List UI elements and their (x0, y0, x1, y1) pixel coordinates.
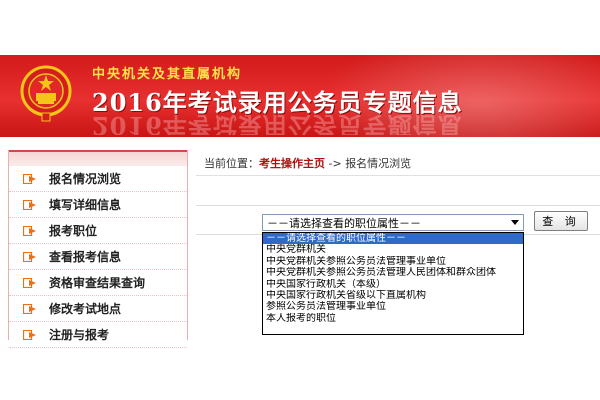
banner-title-reflection: 2016年考试录用公务员专题信息 (92, 115, 463, 135)
query-button[interactable]: 查 询 (534, 211, 588, 231)
sidebar-item[interactable]: 报名情况浏览 (9, 166, 187, 192)
breadcrumb-prefix: 当前位置： (204, 157, 259, 170)
breadcrumb-home-link[interactable]: 考生操作主页 (259, 157, 325, 170)
position-type-select[interactable]: －－请选择查看的职位属性－－ (262, 214, 524, 231)
sidebar-item-label: 注册与报考 (49, 328, 110, 342)
dropdown-option[interactable]: 中央国家行政机关省级以下直属机构 (263, 290, 523, 301)
banner-subtitle: 中央机关及其直属机构 (92, 67, 243, 82)
dropdown-option[interactable]: 中央党群机关参照公务员法管理事业单位 (263, 256, 523, 267)
dropdown-option[interactable]: 中央国家行政机关（本级） (263, 279, 523, 290)
dropdown-option[interactable]: －－请选择查看的职位属性－－ (263, 233, 523, 245)
arrow-right-icon (23, 329, 37, 340)
position-type-dropdown: －－请选择查看的职位属性－－ 中央党群机关 中央党群机关参照公务员法管理事业单位 中央… (262, 232, 524, 335)
sidebar-item[interactable]: 注册与报考 (9, 322, 187, 348)
sidebar-item-list: 报名情况浏览 填写详细信息 报考职位查看报考信息资格审查结果查询 修改考试地点 注册与报… (9, 166, 187, 348)
arrow-right-icon (23, 303, 37, 314)
arrow-right-icon (23, 173, 37, 184)
arrow-right-icon (23, 199, 37, 210)
sidebar-item[interactable]: 报考职位 (9, 218, 187, 244)
sidebar-menu: 报名情况浏览 填写详细信息 报考职位查看报考信息资格审查结果查询 修改考试地点 注册与报… (8, 150, 188, 348)
divider (196, 175, 600, 176)
arrow-right-icon (23, 251, 37, 262)
dropdown-option[interactable]: 中央党群机关 (263, 244, 523, 255)
dropdown-option[interactable]: 中央党群机关参照公务员法管理人民团体和群众团体 (263, 267, 523, 278)
sidebar-item-label: 资格审查结果查询 (49, 276, 146, 290)
breadcrumb: 当前位置：考生操作主页 -> 报名情况浏览 (204, 155, 411, 171)
header-banner: 中央机关及其直属机构 2016年考试录用公务员专题信息 2016年考试录用公务员… (0, 55, 600, 137)
arrow-right-icon (23, 225, 37, 236)
sidebar-item-label: 修改考试地点 (49, 302, 122, 316)
national-emblem-icon (20, 65, 72, 122)
banner-title: 2016年考试录用公务员专题信息 (92, 88, 463, 117)
sidebar-item[interactable]: 填写详细信息 (9, 192, 187, 218)
sidebar-item-label: 报名情况浏览 (49, 172, 122, 186)
breadcrumb-separator: -> (325, 157, 346, 170)
select-value: －－请选择查看的职位属性－－ (267, 216, 421, 230)
sidebar-item[interactable]: 查看报考信息 (9, 244, 187, 270)
sidebar-item[interactable]: 修改考试地点 (9, 296, 187, 322)
sidebar-item-label: 报考职位 (49, 224, 98, 238)
sidebar-item-label: 填写详细信息 (49, 198, 122, 212)
sidebar-header-bar (9, 150, 187, 166)
sidebar-item[interactable]: 资格审查结果查询 (9, 270, 187, 296)
arrow-right-icon (23, 277, 37, 288)
dropdown-option[interactable]: 参照公务员法管理事业单位 (263, 301, 523, 312)
sidebar-item-label: 查看报考信息 (49, 250, 122, 264)
dropdown-option[interactable]: 本人报考的职位 (263, 313, 523, 324)
chevron-down-icon (511, 220, 519, 225)
breadcrumb-current: 报名情况浏览 (345, 157, 412, 170)
